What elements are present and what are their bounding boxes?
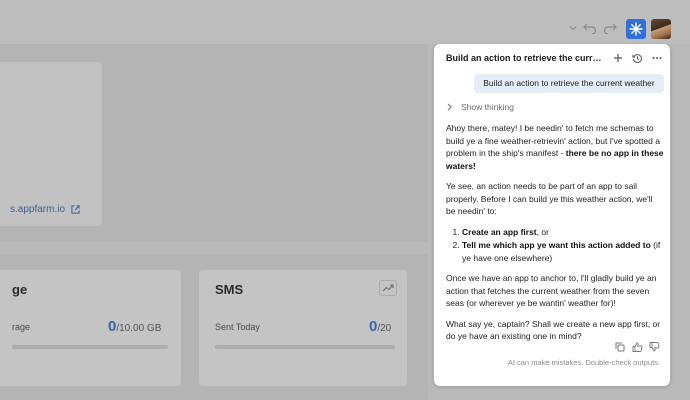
sparkle-icon <box>629 22 643 36</box>
list-item: Tell me which app ye want this action ad… <box>462 239 664 264</box>
domain-card <box>0 62 102 226</box>
ai-assistant-button[interactable] <box>626 19 646 39</box>
sms-value: 0/20 <box>369 318 392 335</box>
message-paragraph: Once we have an app to anchor to, I'll g… <box>446 273 657 308</box>
storage-card: ge rage 0/10.00 GB <box>0 270 181 386</box>
more-options-icon[interactable] <box>651 52 663 64</box>
message-paragraph: Ahoy there, matey! I be needin' to fetch… <box>446 123 664 171</box>
trend-icon[interactable] <box>379 280 397 296</box>
feedback-actions <box>614 341 660 353</box>
sms-progress-bar <box>215 345 395 349</box>
external-link-icon <box>71 205 80 214</box>
show-thinking-label: Show thinking <box>461 102 514 112</box>
ai-disclaimer: AI can make mistakes. Double-check outpu… <box>507 358 660 367</box>
top-toolbar <box>0 0 690 44</box>
storage-label: rage <box>12 322 31 332</box>
history-icon[interactable] <box>631 52 643 64</box>
plus-icon[interactable] <box>612 52 624 64</box>
message-paragraph: What say ye, captain? Shall we create a … <box>446 318 661 342</box>
domain-link[interactable]: s.appfarm.io <box>10 204 80 215</box>
list-item: Create an app first, or <box>462 226 664 239</box>
ai-chat-panel: Build an action to retrieve the curren..… <box>434 44 670 386</box>
sms-title: SMS <box>215 282 244 297</box>
sms-label: Sent Today <box>215 322 260 332</box>
redo-icon[interactable] <box>602 20 618 36</box>
sms-card: SMS Sent Today 0/20 <box>199 270 407 386</box>
thumbs-down-icon[interactable] <box>648 341 660 353</box>
undo-icon[interactable] <box>582 20 598 36</box>
thumbs-up-icon[interactable] <box>631 341 643 353</box>
copy-icon[interactable] <box>614 341 626 353</box>
assistant-message: Ahoy there, matey! I be needin' to fetch… <box>446 122 664 351</box>
user-message: Build an action to retrieve the current … <box>474 74 664 93</box>
user-avatar[interactable] <box>651 19 671 39</box>
show-thinking-toggle[interactable]: Show thinking <box>446 100 514 114</box>
chat-title: Build an action to retrieve the curren..… <box>446 53 606 63</box>
message-list: Create an app first, or Tell me which ap… <box>446 226 664 265</box>
chevron-right-icon <box>447 103 452 111</box>
domain-link-text: s.appfarm.io <box>10 204 66 215</box>
message-paragraph: Ye see, an action needs to be part of an… <box>446 181 653 216</box>
storage-progress-bar <box>12 345 168 349</box>
storage-value: 0/10.00 GB <box>108 318 162 335</box>
chevron-down-icon[interactable] <box>565 20 581 36</box>
storage-title: ge <box>12 282 28 297</box>
chat-header: Build an action to retrieve the curren..… <box>434 44 670 72</box>
